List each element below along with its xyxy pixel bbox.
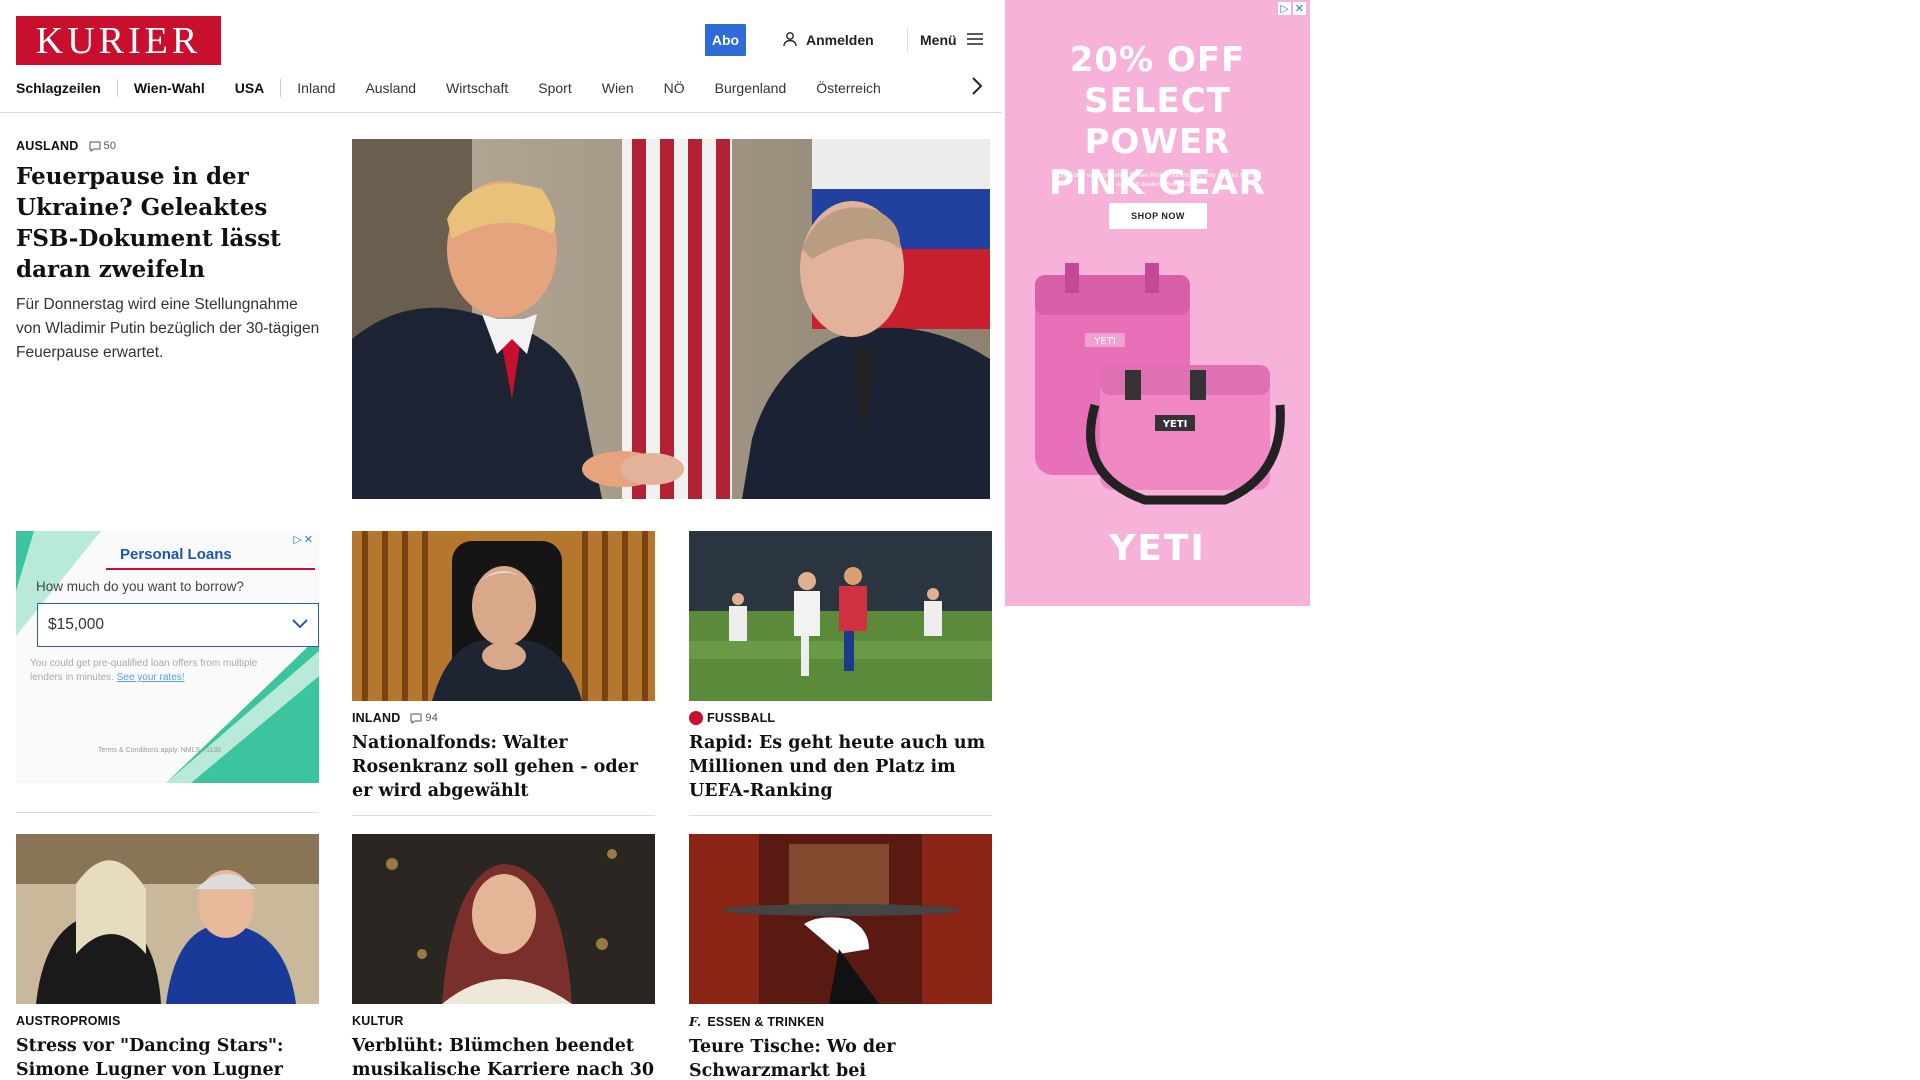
login-label: Anmelden [806,32,874,48]
lead-section: AUSLAND 50 [16,139,321,153]
comment-icon [410,713,422,724]
lead-image[interactable] [352,139,990,499]
nav-divider [280,79,282,97]
section-rule [16,812,319,813]
ad-choices-icon[interactable]: ▷ ✕ [1278,2,1306,15]
lead-article[interactable]: AUSLAND 50 Feuerpause in der Ukraine? Ge… [16,139,321,365]
loan-info: You could get pre-qualified loan offers … [30,657,270,685]
nav-item-wien[interactable]: Wien [602,80,634,96]
nav-item-inland[interactable]: Inland [297,80,335,96]
article-section: FUSSBALL [689,711,992,725]
section-label: INLAND [352,711,401,725]
article-headline[interactable]: Nationalfonds: Walter Rosenkranz soll ge… [352,731,655,803]
loan-title-underline [106,568,315,570]
loan-question: How much do you want to borrow? [36,579,244,594]
lead-section-label: AUSLAND [16,139,79,153]
article-image[interactable] [352,834,655,1004]
article-card[interactable]: AUSTROPROMIS Stress vor "Dancing Stars":… [16,834,319,1080]
comment-icon [89,141,101,152]
article-headline[interactable]: Verblüht: Blümchen beendet musikalische … [352,1034,655,1080]
article-image[interactable] [352,531,655,701]
nav-next-chevron-icon[interactable] [971,76,983,102]
article-section: KULTUR [352,1014,655,1028]
article-headline[interactable]: Teure Tische: Wo der Schwarzmarkt bei Re… [689,1035,992,1080]
hamburger-icon [966,32,983,49]
lead-comments[interactable]: 50 [89,140,117,152]
nav-divider [116,79,118,97]
article-section: AUSTROPROMIS [16,1014,319,1028]
loan-title: Personal Loans [120,546,232,563]
article-image[interactable] [16,834,319,1004]
nav-item-schlagzeilen[interactable]: Schlagzeilen [16,80,101,96]
header-divider [907,28,908,52]
essen-icon: f. [689,1014,702,1029]
header-rule [0,112,1002,113]
kurier-logo[interactable]: KURIER [16,16,221,65]
loan-amount-value: $15,000 [48,616,105,633]
yeti-fine-print: *Offer only valid on select Power Pink p… [1054,172,1262,188]
chevron-down-icon [292,616,308,634]
comment-count: 94 [425,712,439,724]
section-label: KULTUR [352,1014,404,1028]
article-headline[interactable]: Stress vor "Dancing Stars": Simone Lugne… [16,1034,319,1080]
nav-item-burgenland[interactable]: Burgenland [715,80,787,96]
article-comments[interactable]: 94 [410,712,438,724]
yeti-ad[interactable]: ▷ ✕ 20% OFF SELECT POWER PINK GEAR *Offe… [1005,0,1310,606]
loan-amount-select[interactable]: $15,000 [37,603,319,647]
loan-rates-link[interactable]: See your rates! [117,672,185,683]
menu-button[interactable]: Menü [920,30,983,50]
yeti-label: YETI [1093,336,1115,347]
article-section: f. ESSEN & TRINKEN [689,1014,992,1029]
rapid-icon [689,711,703,725]
ad-choices-icon[interactable]: ▷ ✕ [293,533,313,546]
nav-item-sport[interactable]: Sport [538,80,571,96]
loan-ad[interactable]: ▷ ✕ Personal Loans How much do you want … [16,531,319,783]
article-image[interactable] [689,834,992,1004]
shop-now-button[interactable]: SHOP NOW [1109,203,1207,229]
card-rule [689,815,992,816]
section-nav: Schlagzeilen Wien-Wahl USA Inland Auslan… [16,77,983,98]
article-card[interactable]: KULTUR Verblüht: Blümchen beendet musika… [352,834,655,1080]
section-label: FUSSBALL [707,711,776,725]
article-card[interactable]: FUSSBALL Rapid: Es geht heute auch um Mi… [689,531,992,816]
ad-close-icon[interactable]: ✕ [304,533,313,546]
article-card[interactable]: INLAND 94 Nationalfonds: Walter Rosenkra… [352,531,655,816]
menu-label: Menü [920,32,957,48]
nav-item-wien-wahl[interactable]: Wien-Wahl [134,80,205,96]
nav-item-noe[interactable]: NÖ [664,80,685,96]
yeti-label: YETI [1162,419,1188,430]
yeti-cooler-image: YETI YETI [1035,263,1285,505]
nav-item-usa[interactable]: USA [235,80,265,96]
article-section: INLAND 94 [352,711,655,725]
ad-info-icon[interactable]: ▷ [293,533,301,546]
lead-headline[interactable]: Feuerpause in der Ukraine? Geleaktes FSB… [16,161,321,285]
lead-teaser: Für Donnerstag wird eine Stellungnahme v… [16,296,320,361]
abo-button[interactable]: Abo [705,24,746,56]
user-icon [782,31,798,50]
card-rule [352,815,655,816]
article-image[interactable] [689,531,992,701]
nav-item-ausland[interactable]: Ausland [365,80,416,96]
ad-info-icon[interactable]: ▷ [1278,2,1291,15]
ad-close-icon[interactable]: ✕ [1292,2,1306,15]
yeti-headline-line-1: 20% OFF [1069,40,1246,80]
lead-comment-count: 50 [103,140,117,152]
article-card[interactable]: f. ESSEN & TRINKEN Teure Tische: Wo der … [689,834,992,1080]
article-headline[interactable]: Rapid: Es geht heute auch um Millionen u… [689,731,992,803]
yeti-logo[interactable]: YETI [1005,528,1310,569]
section-label: AUSTROPROMIS [16,1014,121,1028]
section-label: ESSEN & TRINKEN [707,1014,825,1029]
yeti-headline-line-2: SELECT POWER [1084,81,1231,162]
login-button[interactable]: Anmelden [782,30,874,50]
nav-item-oesterreich[interactable]: Österreich [816,80,881,96]
nav-item-wirtschaft[interactable]: Wirtschaft [446,80,508,96]
loan-terms: Terms & Conditions apply. NMLS #1136 [98,747,222,754]
